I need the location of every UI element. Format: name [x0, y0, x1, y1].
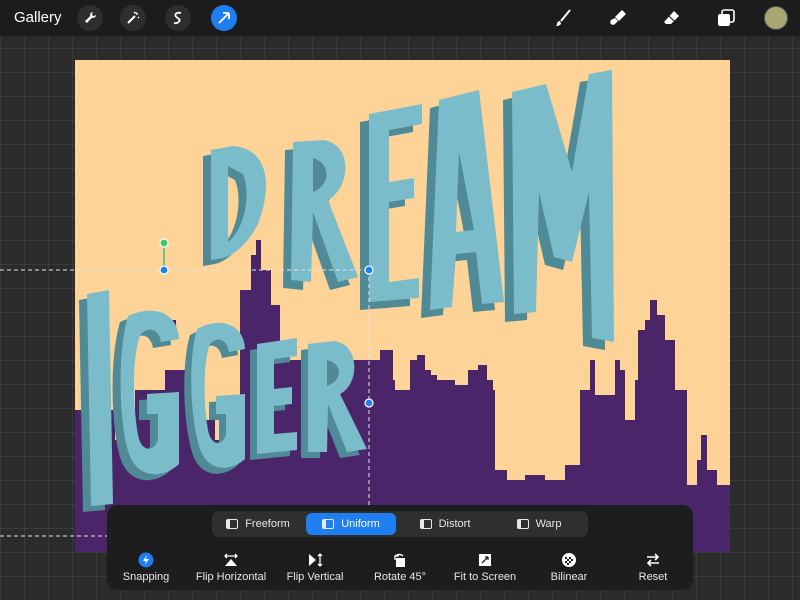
- snapping-button[interactable]: Snapping: [103, 552, 189, 583]
- bilinear-button[interactable]: Bilinear: [526, 552, 612, 583]
- artwork: [75, 70, 730, 552]
- distort-icon: [419, 519, 432, 529]
- flip-vertical-icon: [309, 553, 323, 567]
- rotate-icon: [394, 553, 405, 567]
- transform-mode-segment: Freeform Uniform Distort Warp: [212, 511, 588, 537]
- top-toolbar: Gallery: [0, 0, 800, 36]
- warp-icon: [516, 519, 529, 529]
- eraser-icon[interactable]: [659, 5, 685, 31]
- uniform-icon: [322, 519, 335, 529]
- top-middle-handle[interactable]: [159, 265, 169, 275]
- reset-icon: [646, 553, 660, 567]
- magic-wand-icon[interactable]: [120, 5, 146, 31]
- reset-button[interactable]: Reset: [610, 552, 696, 583]
- mode-warp[interactable]: Warp: [494, 513, 584, 535]
- wrench-icon[interactable]: [77, 5, 103, 31]
- selection-icon[interactable]: [165, 5, 191, 31]
- top-right-handle[interactable]: [364, 265, 374, 275]
- freeform-icon: [226, 519, 239, 529]
- fit-to-screen-icon: [479, 554, 491, 566]
- flip-vertical-button[interactable]: Flip Vertical: [272, 552, 358, 583]
- right-middle-handle[interactable]: [364, 398, 374, 408]
- transform-arrow-icon[interactable]: [211, 5, 237, 31]
- mode-distort[interactable]: Distort: [400, 513, 490, 535]
- gallery-button[interactable]: Gallery: [14, 9, 62, 26]
- brush-icon[interactable]: [550, 5, 576, 31]
- flip-horizontal-button[interactable]: Flip Horizontal: [188, 552, 274, 583]
- rotation-handle[interactable]: [159, 238, 169, 248]
- drawing-canvas[interactable]: [75, 60, 730, 552]
- snapping-icon: [138, 552, 154, 568]
- fit-to-screen-button[interactable]: Fit to Screen: [442, 552, 528, 583]
- layers-icon[interactable]: [713, 5, 739, 31]
- color-picker-swatch[interactable]: [764, 6, 788, 30]
- transform-panel: Freeform Uniform Distort Warp Snapping F…: [107, 505, 693, 590]
- rotate-45-button[interactable]: Rotate 45°: [357, 552, 443, 583]
- bilinear-icon: [562, 553, 576, 567]
- mode-freeform[interactable]: Freeform: [214, 513, 302, 535]
- flip-horizontal-icon: [224, 553, 238, 566]
- mode-uniform[interactable]: Uniform: [306, 513, 396, 535]
- smudge-icon[interactable]: [605, 5, 631, 31]
